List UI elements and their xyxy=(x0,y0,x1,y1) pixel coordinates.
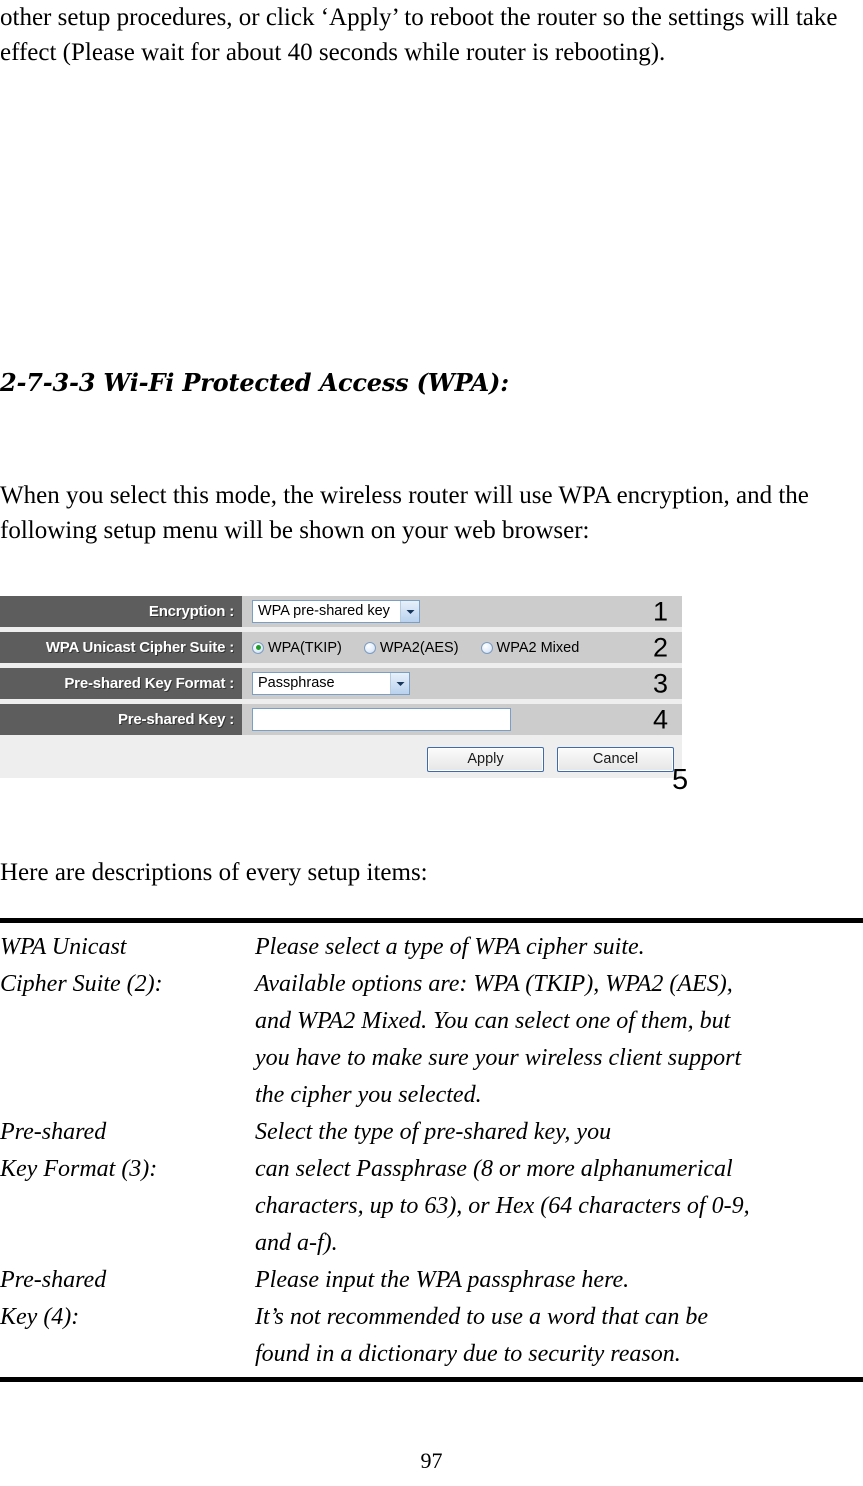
radio-label-wpa2-mixed: WPA2 Mixed xyxy=(496,639,580,656)
callout-number-3: 3 xyxy=(652,668,668,698)
term-line-1: Pre-shared xyxy=(0,1119,107,1145)
cancel-button[interactable]: Cancel xyxy=(557,746,674,772)
radio-label-wpa2-aes: WPA2(AES) xyxy=(379,639,459,656)
field-pre-shared-key: 4 xyxy=(242,704,682,735)
row-wpa-unicast-cipher-suite: WPA Unicast Cipher Suite : WPA(TKIP) WPA… xyxy=(0,632,682,663)
term-line-1: WPA Unicast xyxy=(0,934,127,960)
description-term: WPA Unicast Cipher Suite (2): xyxy=(0,929,255,1003)
callout-number-1: 1 xyxy=(652,596,668,626)
section-heading: 2-7-3-3 Wi-Fi Protected Access (WPA): xyxy=(0,368,509,397)
mode-description-paragraph: When you select this mode, the wireless … xyxy=(0,482,809,544)
definition-line: and a-f). xyxy=(255,1230,338,1256)
cipher-suite-radio-group: WPA(TKIP) WPA2(AES) WPA2 Mixed xyxy=(252,640,579,656)
intro-paragraph: other setup procedures, or click ‘Apply’… xyxy=(0,4,838,66)
router-wpa-settings-panel: Encryption : WPA pre-shared key 1 WPA Un… xyxy=(0,596,682,778)
definition-line: Select the type of pre-shared key, you xyxy=(255,1119,612,1145)
term-line-2: Key Format (3): xyxy=(0,1156,158,1182)
field-pre-shared-key-format: Passphrase 3 xyxy=(242,668,682,699)
description-row: Pre-shared Key (4): Please input the WPA… xyxy=(0,1262,863,1373)
table-bottom-rule xyxy=(0,1377,863,1382)
pre-shared-key-format-select[interactable]: Passphrase xyxy=(252,672,410,695)
descriptions-intro: Here are descriptions of every setup ite… xyxy=(0,859,428,886)
description-rows: WPA Unicast Cipher Suite (2): Please sel… xyxy=(0,923,863,1377)
term-line-2: Cipher Suite (2): xyxy=(0,971,163,997)
radio-label-wpa-tkip: WPA(TKIP) xyxy=(268,639,342,656)
label-pre-shared-key-format: Pre-shared Key Format : xyxy=(0,668,242,699)
definition-line: Please select a type of WPA cipher suite… xyxy=(255,934,645,960)
chevron-down-icon xyxy=(400,601,419,622)
definition-line: characters, up to 63), or Hex (64 charac… xyxy=(255,1193,750,1219)
callout-number-5: 5 xyxy=(672,764,689,796)
description-row: Pre-shared Key Format (3): Select the ty… xyxy=(0,1114,863,1262)
definition-line: found in a dictionary due to security re… xyxy=(255,1341,681,1367)
description-definition: Select the type of pre-shared key, you c… xyxy=(255,1114,863,1262)
description-term: Pre-shared Key Format (3): xyxy=(0,1114,255,1188)
radio-wpa2-mixed[interactable]: WPA2 Mixed xyxy=(480,639,580,656)
label-pre-shared-key: Pre-shared Key : xyxy=(0,704,242,735)
description-definition: Please select a type of WPA cipher suite… xyxy=(255,929,863,1114)
apply-button[interactable]: Apply xyxy=(427,746,544,772)
panel-button-row: Apply Cancel xyxy=(0,740,682,778)
term-line-2: Key (4): xyxy=(0,1304,80,1330)
encryption-select-value: WPA pre-shared key xyxy=(258,603,390,619)
row-pre-shared-key-format: Pre-shared Key Format : Passphrase 3 xyxy=(0,668,682,699)
radio-dot-icon xyxy=(252,641,264,654)
setup-items-description-table: WPA Unicast Cipher Suite (2): Please sel… xyxy=(0,918,863,1382)
definition-line: can select Passphrase (8 or more alphanu… xyxy=(255,1156,733,1182)
definition-line: you have to make sure your wireless clie… xyxy=(255,1045,742,1071)
radio-wpa2-aes[interactable]: WPA2(AES) xyxy=(363,639,459,656)
radio-dot-icon xyxy=(480,641,493,654)
definition-line: Please input the WPA passphrase here. xyxy=(255,1267,630,1293)
pre-shared-key-input[interactable] xyxy=(252,708,511,731)
callout-number-2: 2 xyxy=(652,632,668,662)
row-pre-shared-key: Pre-shared Key : 4 xyxy=(0,704,682,735)
encryption-select[interactable]: WPA pre-shared key xyxy=(252,600,420,623)
label-encryption: Encryption : xyxy=(0,596,242,627)
page-number: 97 xyxy=(420,1448,443,1473)
document-page: other setup procedures, or click ‘Apply’… xyxy=(0,0,863,1486)
field-cipher-suite: WPA(TKIP) WPA2(AES) WPA2 Mixed 2 xyxy=(242,632,682,663)
description-definition: Please input the WPA passphrase here. It… xyxy=(255,1262,863,1373)
row-encryption: Encryption : WPA pre-shared key 1 xyxy=(0,596,682,627)
term-line-1: Pre-shared xyxy=(0,1267,107,1293)
definition-line: It’s not recommended to use a word that … xyxy=(255,1304,709,1330)
description-row: WPA Unicast Cipher Suite (2): Please sel… xyxy=(0,929,863,1114)
description-term: Pre-shared Key (4): xyxy=(0,1262,255,1336)
radio-wpa-tkip[interactable]: WPA(TKIP) xyxy=(252,640,342,656)
definition-line: Available options are: WPA (TKIP), WPA2 … xyxy=(255,971,733,997)
radio-dot-icon xyxy=(363,641,376,654)
field-encryption: WPA pre-shared key 1 xyxy=(242,596,682,627)
chevron-down-icon xyxy=(390,673,409,694)
definition-line: and WPA2 Mixed. You can select one of th… xyxy=(255,1008,731,1034)
pre-shared-key-format-value: Passphrase xyxy=(258,675,335,691)
definition-line: the cipher you selected. xyxy=(255,1082,482,1108)
label-wpa-unicast-cipher-suite: WPA Unicast Cipher Suite : xyxy=(0,632,242,663)
callout-number-4: 4 xyxy=(652,704,668,734)
